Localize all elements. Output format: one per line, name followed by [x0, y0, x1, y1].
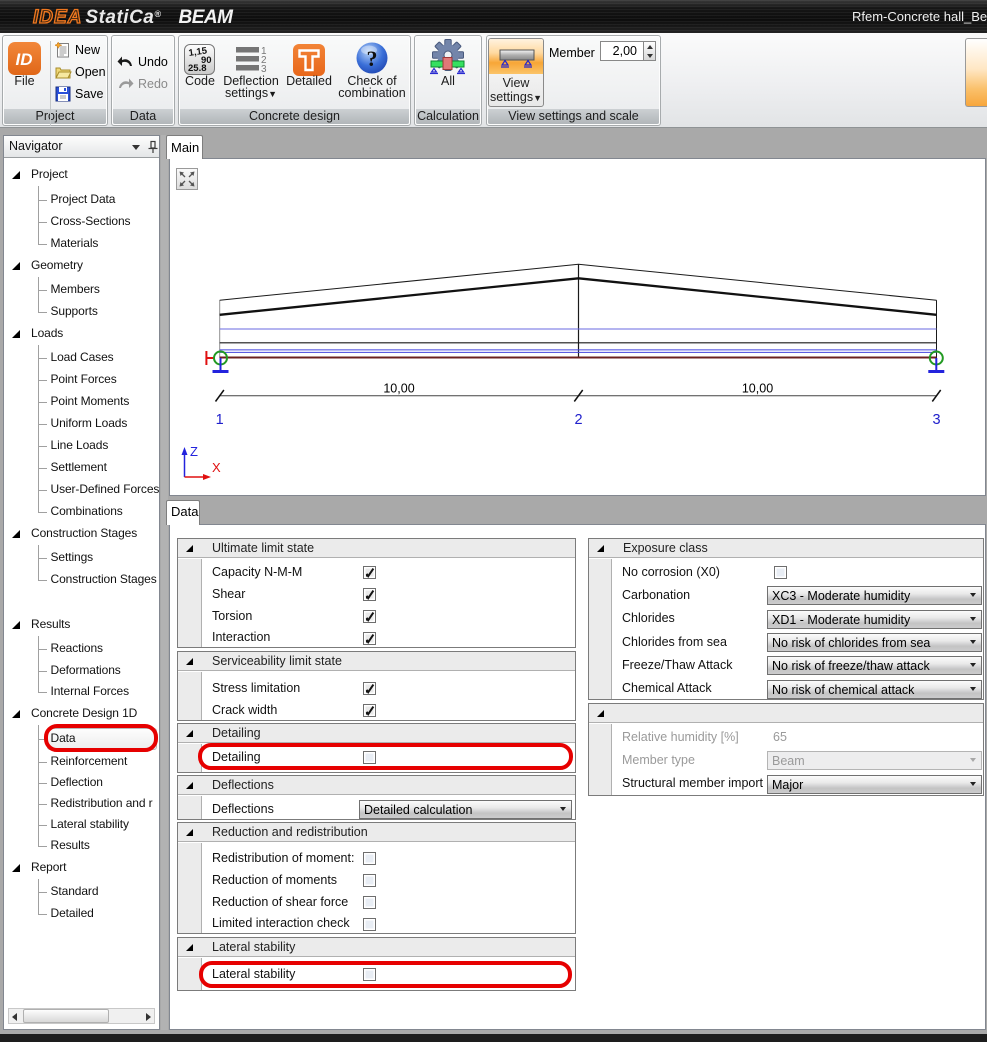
- svg-text:3: 3: [932, 412, 940, 428]
- svg-text:X: X: [212, 460, 221, 475]
- svg-text:1: 1: [216, 412, 224, 428]
- svg-text:Z: Z: [190, 444, 198, 459]
- svg-text:ID: ID: [16, 50, 33, 69]
- svg-text:25.8: 25.8: [188, 63, 207, 74]
- svg-text:2: 2: [574, 412, 582, 428]
- svg-text:10,00: 10,00: [383, 382, 414, 396]
- svg-text:?: ?: [367, 46, 378, 71]
- svg-text:10,00: 10,00: [742, 382, 773, 396]
